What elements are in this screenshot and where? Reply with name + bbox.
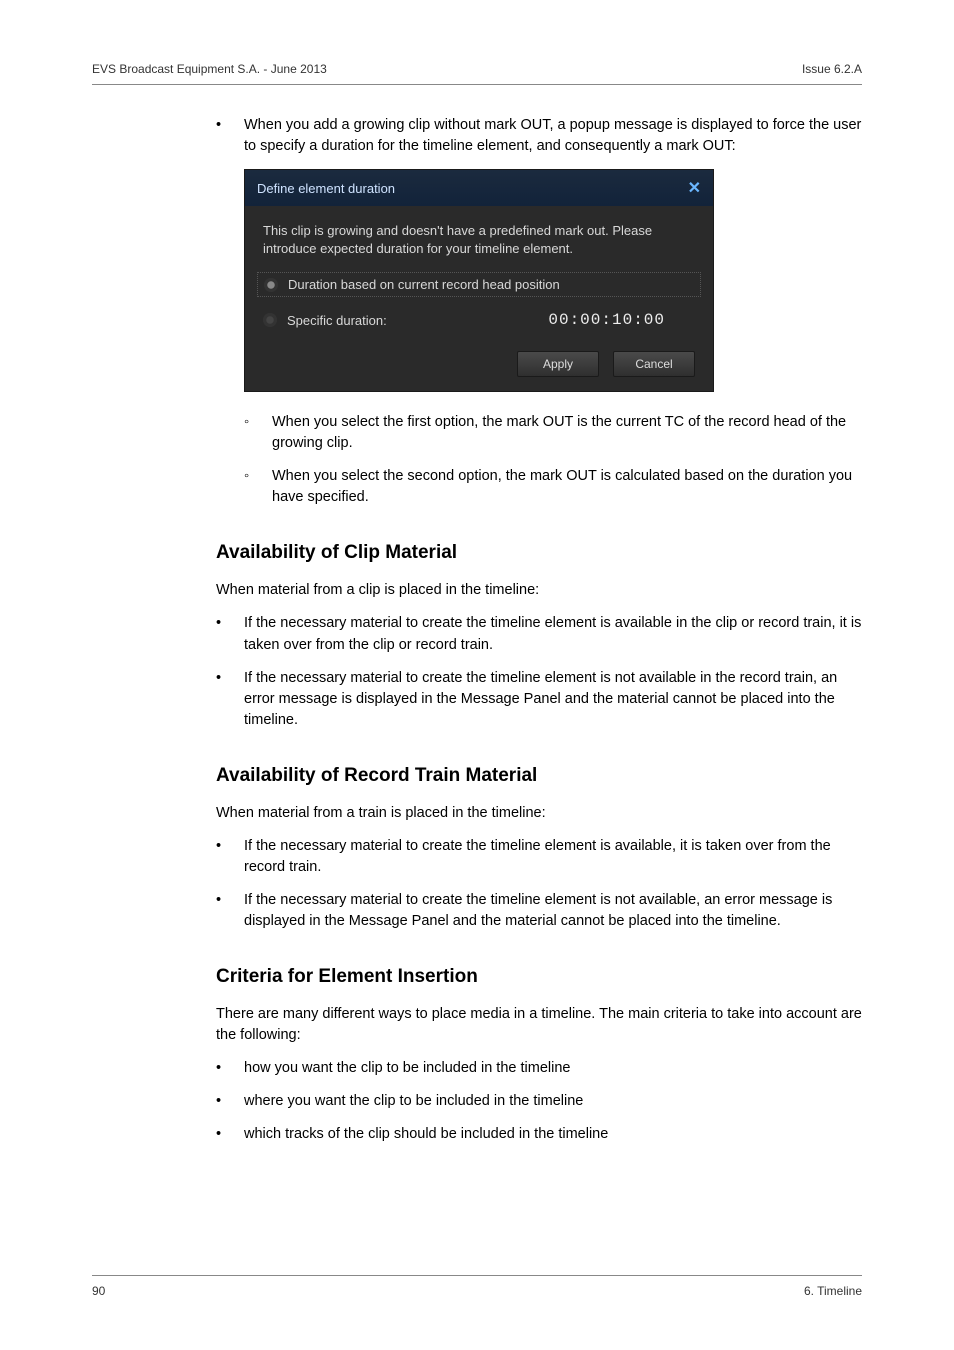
bullet-train-2: • If the necessary material to create th… (216, 890, 862, 932)
para-train-intro: When material from a train is placed in … (216, 803, 862, 824)
heading-clip-availability: Availability of Clip Material (216, 542, 862, 564)
cancel-button[interactable]: Cancel (613, 351, 695, 377)
para-criteria-intro: There are many different ways to place m… (216, 1004, 862, 1046)
page-number: 90 (92, 1284, 105, 1298)
page-header: EVS Broadcast Equipment S.A. - June 2013… (92, 62, 862, 85)
bullet-clip-1-text: If the necessary material to create the … (244, 613, 862, 655)
heading-train-availability: Availability of Record Train Material (216, 765, 862, 787)
circle-bullet-icon: ◦ (244, 466, 272, 508)
radio-label-2: Specific duration: (287, 313, 387, 328)
bullet-dot-icon: • (216, 836, 244, 878)
intro-text: When you add a growing clip without mark… (244, 115, 862, 157)
sub-bullet-2: ◦ When you select the second option, the… (244, 466, 862, 508)
radio-option-specific-duration[interactable]: Specific duration: 00:00:10:00 (263, 307, 695, 333)
bullet-dot-icon: • (216, 1058, 244, 1079)
bullet-criteria-3: • which tracks of the clip should be inc… (216, 1124, 862, 1145)
bullet-train-1-text: If the necessary material to create the … (244, 836, 862, 878)
duration-value[interactable]: 00:00:10:00 (548, 311, 695, 329)
radio-option-record-head[interactable]: Duration based on current record head po… (257, 272, 701, 297)
bullet-dot-icon: • (216, 668, 244, 731)
bullet-clip-2-text: If the necessary material to create the … (244, 668, 862, 731)
heading-criteria: Criteria for Element Insertion (216, 966, 862, 988)
bullet-clip-1: • If the necessary material to create th… (216, 613, 862, 655)
sub-bullet-1: ◦ When you select the first option, the … (244, 412, 862, 454)
intro-bullet: • When you add a growing clip without ma… (216, 115, 862, 157)
bullet-criteria-1-text: how you want the clip to be included in … (244, 1058, 570, 1079)
apply-button[interactable]: Apply (517, 351, 599, 377)
page-footer: 90 6. Timeline (92, 1275, 862, 1298)
bullet-dot-icon: • (216, 890, 244, 932)
header-left: EVS Broadcast Equipment S.A. - June 2013 (92, 62, 327, 76)
close-icon[interactable]: ✕ (688, 178, 701, 198)
bullet-criteria-3-text: which tracks of the clip should be inclu… (244, 1124, 608, 1145)
section-label: 6. Timeline (804, 1284, 862, 1298)
bullet-criteria-2-text: where you want the clip to be included i… (244, 1091, 583, 1112)
bullet-criteria-1: • how you want the clip to be included i… (216, 1058, 862, 1079)
sub-text-2: When you select the second option, the m… (272, 466, 862, 508)
radio-selected-icon (264, 278, 278, 292)
define-duration-dialog: Define element duration ✕ This clip is g… (244, 169, 714, 392)
radio-unselected-icon (263, 313, 277, 327)
bullet-dot-icon: • (216, 613, 244, 655)
header-right: Issue 6.2.A (802, 62, 862, 76)
sub-text-1: When you select the first option, the ma… (272, 412, 862, 454)
bullet-clip-2: • If the necessary material to create th… (216, 668, 862, 731)
bullet-train-2-text: If the necessary material to create the … (244, 890, 862, 932)
bullet-train-1: • If the necessary material to create th… (216, 836, 862, 878)
bullet-dot-icon: • (216, 115, 244, 157)
dialog-title-text: Define element duration (257, 181, 395, 196)
bullet-dot-icon: • (216, 1124, 244, 1145)
bullet-dot-icon: • (216, 1091, 244, 1112)
dialog-message: This clip is growing and doesn't have a … (263, 222, 695, 258)
para-clip-intro: When material from a clip is placed in t… (216, 580, 862, 601)
radio-label-1: Duration based on current record head po… (288, 277, 560, 292)
bullet-criteria-2: • where you want the clip to be included… (216, 1091, 862, 1112)
circle-bullet-icon: ◦ (244, 412, 272, 454)
dialog-titlebar: Define element duration ✕ (245, 170, 713, 206)
